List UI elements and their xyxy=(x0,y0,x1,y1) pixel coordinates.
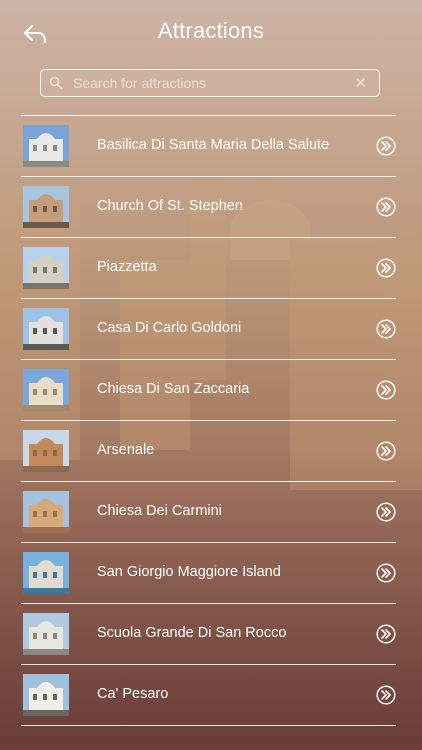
list-item[interactable]: Arsenale xyxy=(21,421,396,482)
list-item[interactable]: Piazzetta xyxy=(21,238,396,299)
header: Attractions xyxy=(0,0,422,66)
attraction-name: Chiesa Di San Zaccaria xyxy=(97,381,250,397)
attractions-list: Basilica Di Santa Maria Della Salute Chur… xyxy=(21,115,396,726)
search-input[interactable] xyxy=(73,70,343,95)
list-item[interactable]: Church Of St. Stephen xyxy=(21,177,396,238)
search-bar[interactable]: ✕ xyxy=(40,69,380,97)
list-item[interactable]: Scuola Grande Di San Rocco xyxy=(21,604,396,665)
attraction-thumbnail xyxy=(23,308,69,350)
search-icon xyxy=(49,76,63,90)
list-item[interactable]: San Giorgio Maggiore Island xyxy=(21,543,396,604)
double-chevron-right-circle-icon[interactable] xyxy=(376,258,396,278)
double-chevron-right-circle-icon[interactable] xyxy=(376,136,396,156)
attraction-thumbnail xyxy=(23,125,69,167)
list-item[interactable]: Ca' Pesaro xyxy=(21,665,396,726)
list-item[interactable]: Chiesa Di San Zaccaria xyxy=(21,360,396,421)
double-chevron-right-circle-icon[interactable] xyxy=(376,563,396,583)
list-item[interactable]: Casa Di Carlo Goldoni xyxy=(21,299,396,360)
attraction-name: Church Of St. Stephen xyxy=(97,198,243,214)
double-chevron-right-circle-icon[interactable] xyxy=(376,441,396,461)
attraction-name: San Giorgio Maggiore Island xyxy=(97,564,281,580)
attraction-thumbnail xyxy=(23,491,69,533)
attraction-name: Basilica Di Santa Maria Della Salute xyxy=(97,137,330,153)
attraction-thumbnail xyxy=(23,369,69,411)
double-chevron-right-circle-icon[interactable] xyxy=(376,502,396,522)
double-chevron-right-circle-icon[interactable] xyxy=(376,197,396,217)
attraction-thumbnail xyxy=(23,247,69,289)
attraction-thumbnail xyxy=(23,552,69,594)
double-chevron-right-circle-icon[interactable] xyxy=(376,624,396,644)
attraction-thumbnail xyxy=(23,186,69,228)
close-icon[interactable]: ✕ xyxy=(354,74,367,92)
attraction-name: Casa Di Carlo Goldoni xyxy=(97,320,242,336)
attraction-thumbnail xyxy=(23,674,69,716)
attraction-thumbnail xyxy=(23,430,69,472)
attraction-thumbnail xyxy=(23,613,69,655)
double-chevron-right-circle-icon[interactable] xyxy=(376,685,396,705)
double-chevron-right-circle-icon[interactable] xyxy=(376,380,396,400)
attraction-name: Arsenale xyxy=(97,442,155,458)
double-chevron-right-circle-icon[interactable] xyxy=(376,319,396,339)
attraction-name: Scuola Grande Di San Rocco xyxy=(97,625,287,641)
app-screen: Attractions ✕ Basilica Di Santa Maria De… xyxy=(0,0,422,750)
attraction-name: Chiesa Dei Carmini xyxy=(97,503,222,519)
list-item[interactable]: Basilica Di Santa Maria Della Salute xyxy=(21,116,396,177)
page-title: Attractions xyxy=(157,18,265,43)
list-item[interactable]: Chiesa Dei Carmini xyxy=(21,482,396,543)
attraction-name: Ca' Pesaro xyxy=(97,686,169,702)
attraction-name: Piazzetta xyxy=(97,259,157,275)
